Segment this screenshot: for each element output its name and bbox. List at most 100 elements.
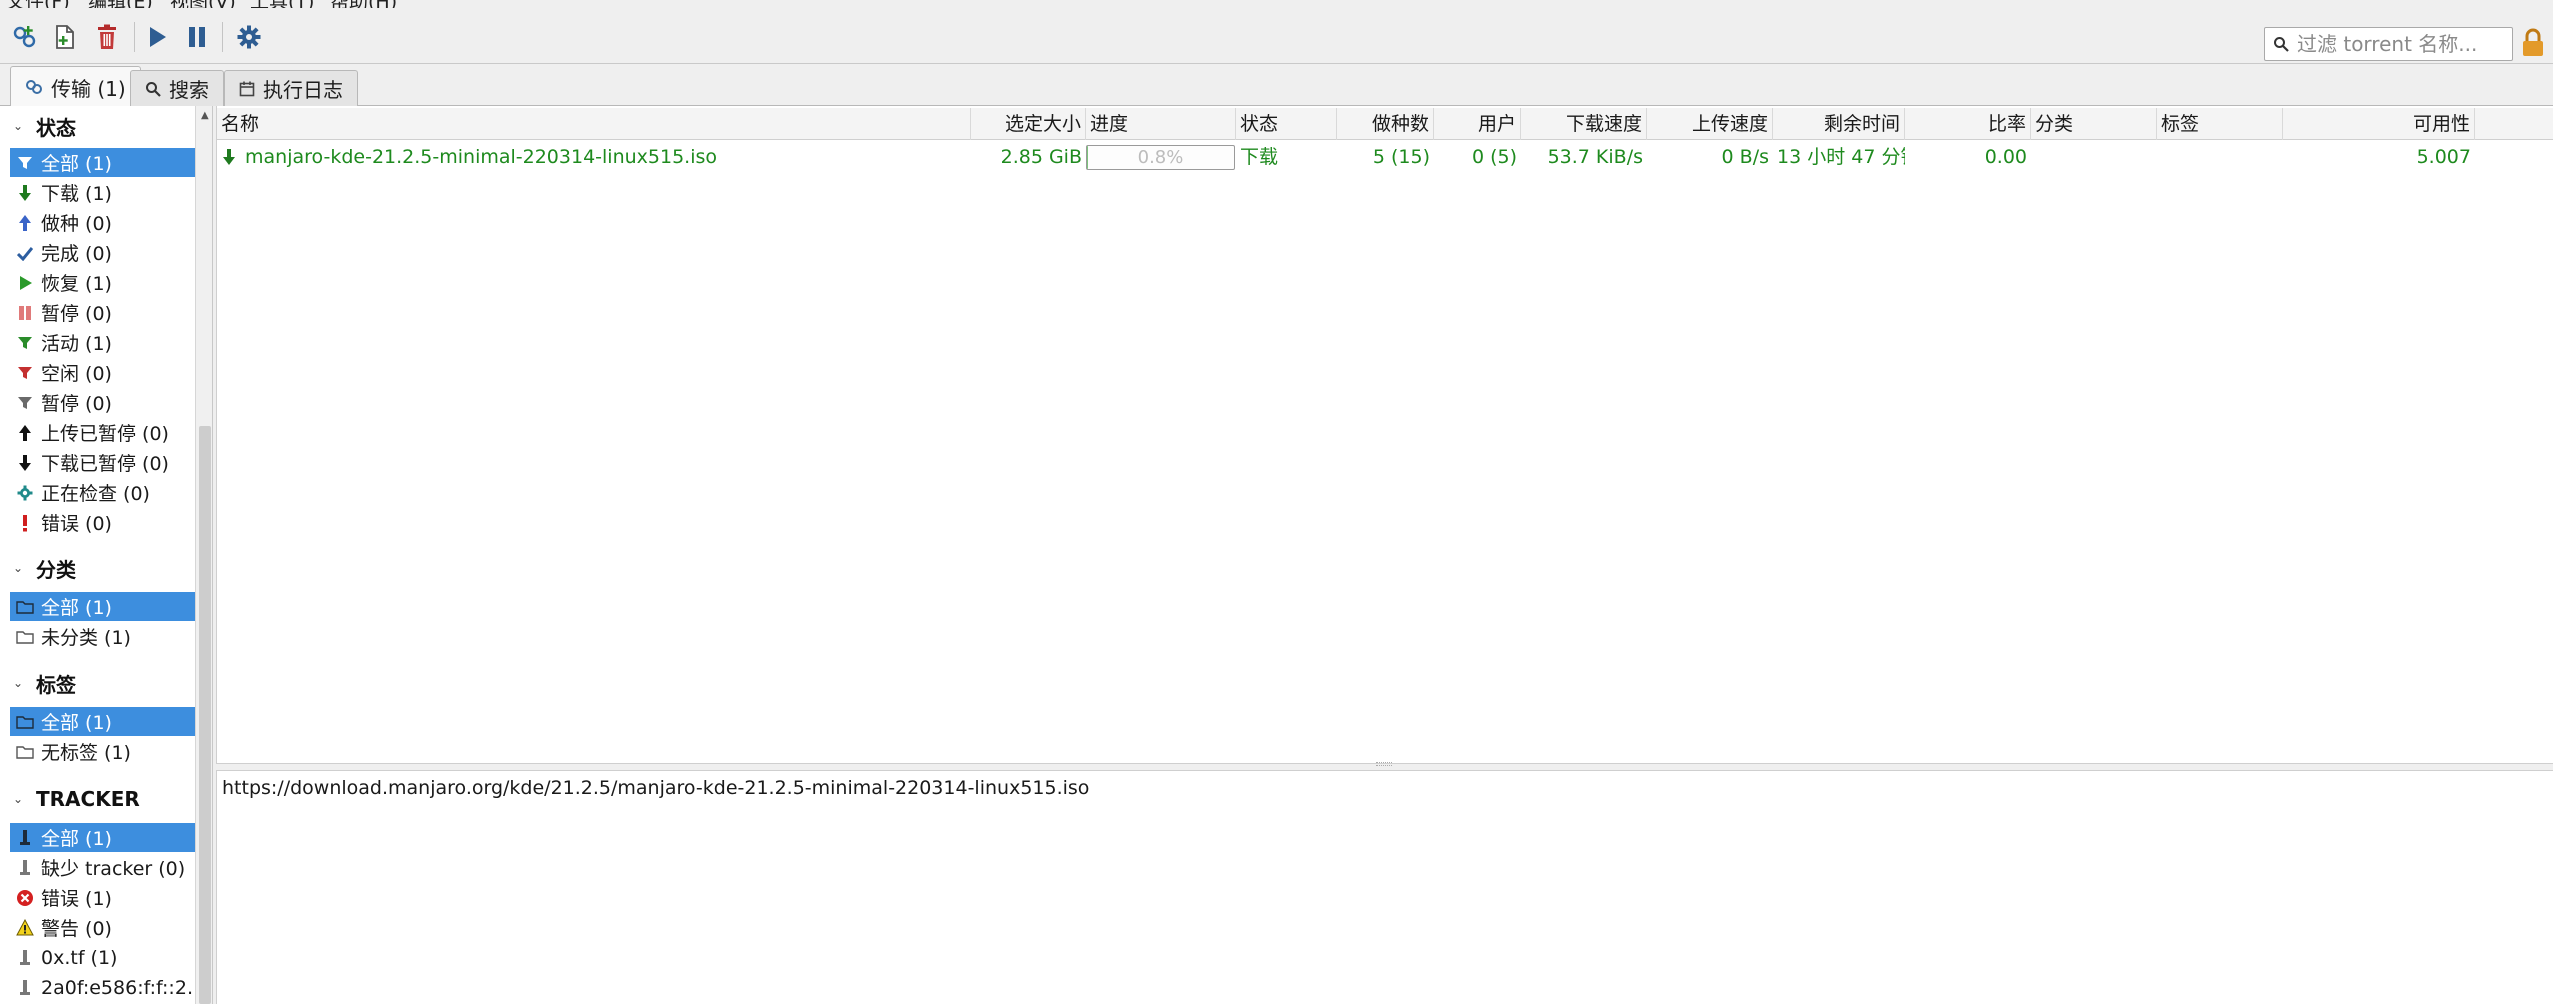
log-icon [239, 81, 255, 96]
torrent-status: 下载 [1240, 146, 1279, 168]
settings-icon [237, 25, 261, 49]
menu-tools[interactable]: 工具(T) [250, 0, 314, 8]
column-progress[interactable]: 进度 [1086, 108, 1236, 140]
settings-button[interactable] [232, 20, 266, 54]
tracker-all[interactable]: 全部 (1) [10, 823, 195, 852]
column-down-speed[interactable]: 下载速度 [1521, 108, 1647, 140]
tab-execution-log[interactable]: 执行日志 [224, 70, 358, 106]
add-file-button[interactable] [48, 20, 82, 54]
filter-input[interactable] [2289, 31, 2512, 57]
filter-sidebar: ⌄ 状态 全部 (1) 下载 (1) 做种 (0) 完成 (0) 恢复 (1) … [0, 106, 213, 1004]
status-upload-paused[interactable]: 上传已暂停 (0) [10, 418, 195, 447]
delete-button[interactable] [90, 20, 124, 54]
add-file-icon [56, 25, 74, 49]
status-active[interactable]: 活动 (1) [10, 328, 195, 357]
collapse-chevron-icon: ⌄ [12, 119, 24, 133]
status-stalled[interactable]: 暂停 (0) [10, 388, 195, 417]
tags-section-header[interactable]: ⌄ 标签 [0, 669, 195, 697]
checkmark-icon [14, 242, 36, 264]
menu-view[interactable]: 视图(V) [170, 0, 236, 8]
column-ratio[interactable]: 比率 [1905, 108, 2031, 140]
column-up-speed[interactable]: 上传速度 [1647, 108, 1773, 140]
category-all[interactable]: 全部 (1) [10, 592, 195, 621]
column-category[interactable]: 分类 [2031, 108, 2157, 140]
column-name[interactable]: 名称 [217, 108, 971, 140]
tab-search[interactable]: 搜索 [130, 70, 224, 106]
tab-transfers[interactable]: 传输 (1) [10, 66, 141, 107]
status-seeding[interactable]: 做种 (0) [10, 208, 195, 237]
download-paused-icon [14, 452, 36, 474]
tab-execution-log-label: 执行日志 [263, 78, 343, 102]
sidebar-scroll-thumb[interactable] [199, 426, 211, 1004]
tab-search-label: 搜索 [169, 78, 209, 102]
column-selected-size[interactable]: 选定大小 [971, 108, 1086, 140]
menu-help[interactable]: 帮助(H) [330, 0, 397, 8]
torrent-down-speed: 53.7 KiB/s [1547, 146, 1643, 168]
menu-file[interactable]: 文件(F) [6, 0, 70, 8]
tracker-section-header[interactable]: ⌄ TRACKER [0, 785, 195, 813]
folder-icon [14, 626, 36, 648]
pause-button[interactable] [180, 20, 214, 54]
torrent-up-speed: 0 B/s [1721, 146, 1769, 168]
pause-icon [189, 27, 205, 47]
status-all[interactable]: 全部 (1) [10, 148, 195, 177]
download-arrow-icon [223, 149, 235, 165]
properties-pane: https://download.manjaro.org/kde/21.2.5/… [216, 770, 2553, 1004]
tracker-icon [14, 827, 36, 849]
resume-icon [150, 27, 166, 47]
column-status[interactable]: 状态 [1236, 108, 1337, 140]
filter-gray-icon [14, 392, 36, 414]
folder-icon [14, 596, 36, 618]
status-errored[interactable]: 错误 (0) [10, 508, 195, 537]
add-link-button[interactable] [8, 20, 42, 54]
column-availability[interactable]: 可用性 [2283, 108, 2475, 140]
pane-splitter-handle[interactable] [1376, 762, 1392, 766]
tracker-ipv6-host[interactable]: 2a0f:e586:f:f::2… [10, 973, 195, 1002]
torrent-seeds: 5 (15) [1372, 146, 1430, 168]
menubar: 文件(F) 编辑(E) 视图(V) 工具(T) 帮助(H) [0, 0, 2553, 8]
status-resumed[interactable]: 恢复 (1) [10, 268, 195, 297]
download-arrow-icon [14, 182, 36, 204]
sidebar-scrollbar[interactable]: ▲ [195, 106, 212, 1004]
add-link-icon [13, 26, 36, 48]
folder-icon [14, 741, 36, 763]
torrent-tags [2157, 142, 2283, 172]
torrent-size: 2.85 GiB [1000, 146, 1082, 168]
tag-all[interactable]: 全部 (1) [10, 707, 195, 736]
scroll-up-arrow-icon[interactable]: ▲ [201, 110, 209, 121]
status-downloading[interactable]: 下载 (1) [10, 178, 195, 207]
status-download-paused[interactable]: 下载已暂停 (0) [10, 448, 195, 477]
column-peers[interactable]: 用户 [1434, 108, 1521, 140]
category-section-header[interactable]: ⌄ 分类 [0, 554, 195, 582]
torrent-name: manjaro-kde-21.2.5-minimal-220314-linux5… [245, 146, 718, 168]
tracker-0x-tf[interactable]: 0x.tf (1) [10, 943, 195, 972]
status-inactive[interactable]: 空闲 (0) [10, 358, 195, 387]
menu-edit[interactable]: 编辑(E) [88, 0, 153, 8]
category-uncategorized[interactable]: 未分类 (1) [10, 622, 195, 651]
resume-button[interactable] [140, 20, 174, 54]
tag-untagged[interactable]: 无标签 (1) [10, 737, 195, 766]
tracker-trackerless[interactable]: 缺少 tracker (0) [10, 853, 195, 882]
checking-gear-icon [14, 482, 36, 504]
torrent-eta: 13 小时 47 分钟 [1777, 146, 1905, 168]
search-icon [146, 81, 161, 97]
warning-triangle-icon [14, 917, 36, 939]
status-paused[interactable]: 暂停 (0) [10, 298, 195, 327]
folder-icon [14, 711, 36, 733]
column-seeds[interactable]: 做种数 [1337, 108, 1434, 140]
table-row[interactable]: manjaro-kde-21.2.5-minimal-220314-linux5… [217, 142, 2553, 172]
error-circle-icon [14, 887, 36, 909]
toolbar [0, 8, 2553, 64]
filter-green-icon [14, 332, 36, 354]
status-completed[interactable]: 完成 (0) [10, 238, 195, 267]
status-checking[interactable]: 正在检查 (0) [10, 478, 195, 507]
status-section-header[interactable]: ⌄ 状态 [0, 112, 195, 140]
tracker-warning[interactable]: 警告 (0) [10, 913, 195, 942]
column-tags[interactable]: 标签 [2157, 108, 2283, 140]
column-eta[interactable]: 剩余时间 [1773, 108, 1905, 140]
lock-icon[interactable] [2520, 28, 2546, 58]
filter-search-box[interactable] [2264, 27, 2513, 61]
tracker-error[interactable]: 错误 (1) [10, 883, 195, 912]
collapse-chevron-icon: ⌄ [12, 792, 24, 806]
tracker-icon [14, 947, 36, 969]
